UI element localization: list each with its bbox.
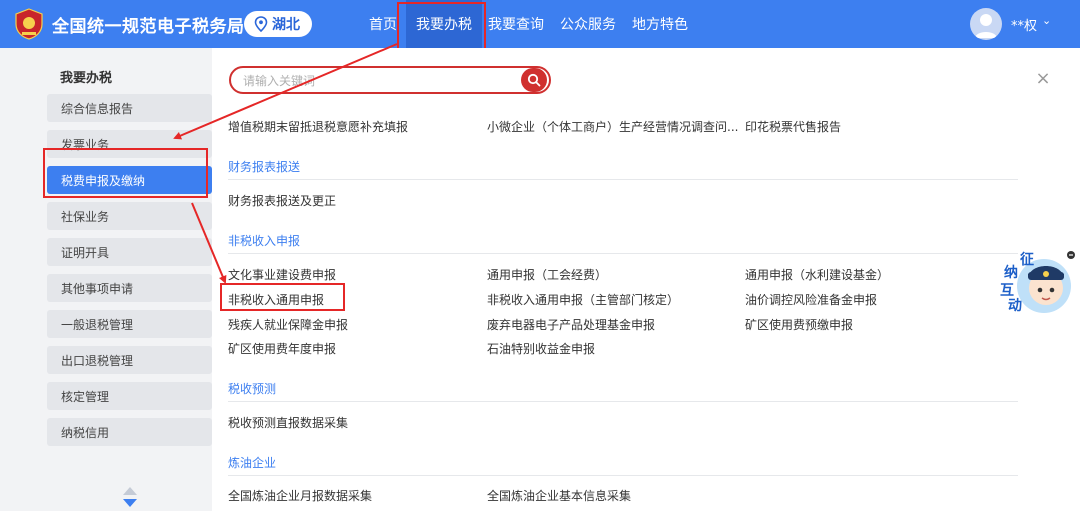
nav-local-features[interactable]: 地方特色: [626, 0, 694, 48]
menu-link[interactable]: 增值税期末留抵退税意愿补充填报: [228, 118, 408, 135]
sidebar-item-assessment[interactable]: 核定管理: [47, 382, 212, 410]
section-divider: [228, 475, 1018, 476]
sidebar-item-general-refund[interactable]: 一般退税管理: [47, 310, 212, 338]
menu-link[interactable]: 非税收入通用申报（主管部门核定）: [487, 291, 679, 308]
widget-char: 纳: [1004, 265, 1018, 281]
menu-link[interactable]: 通用申报（工会经费）: [487, 266, 607, 283]
menu-link[interactable]: 油价调控风险准备金申报: [745, 291, 877, 308]
close-icon[interactable]: ×: [1034, 70, 1052, 88]
menu-link[interactable]: 通用申报（水利建设基金）: [745, 266, 889, 283]
sidebar-title: 我要办税: [60, 71, 113, 86]
menu-link[interactable]: 财务报表报送及更正: [228, 192, 336, 209]
section-title-non-tax-income: 非税收入申报: [228, 234, 301, 248]
menu-link[interactable]: 税收预测直报数据采集: [228, 414, 348, 431]
menu-link[interactable]: 矿区使用费预缴申报: [745, 316, 853, 333]
menu-link[interactable]: 石油特别收益金申报: [487, 340, 595, 357]
section-title-refinery: 炼油企业: [228, 456, 277, 470]
sidebar-item-export-refund[interactable]: 出口退税管理: [47, 346, 212, 374]
nav-public-service[interactable]: 公众服务: [554, 0, 622, 48]
section-divider: [228, 179, 1018, 180]
search-input[interactable]: [243, 72, 513, 90]
menu-link[interactable]: 小微企业（个体工商户）生产经营情况调查问...: [487, 118, 738, 135]
location-pin-icon: [254, 16, 268, 32]
section-title-tax-forecast: 税收预测: [228, 382, 277, 396]
top-header: 全国统一规范电子税务局 湖北 首页 我要办税 我要查询 公众服务 地方特色 **…: [0, 0, 1080, 48]
user-avatar-icon: [975, 14, 997, 38]
region-name: 湖北: [272, 17, 300, 33]
menu-item-highlight-box: [220, 283, 345, 311]
search-button[interactable]: [521, 68, 547, 92]
chevron-down-icon[interactable]: ⌄: [1042, 14, 1051, 27]
menu-link[interactable]: 印花税票代售报告: [745, 118, 841, 135]
widget-char: 动: [1008, 298, 1022, 314]
search-box: [229, 66, 551, 94]
menu-link[interactable]: 废弃电器电子产品处理基金申报: [487, 316, 655, 333]
sidebar-item-comprehensive-report[interactable]: 综合信息报告: [47, 94, 212, 122]
nav-highlight-box: [397, 2, 486, 50]
sidebar-item-social-security[interactable]: 社保业务: [47, 202, 212, 230]
menu-link[interactable]: 矿区使用费年度申报: [228, 340, 336, 357]
tax-emblem-icon: [15, 8, 43, 40]
menu-link[interactable]: 全国炼油企业基本信息采集: [487, 487, 631, 504]
site-title[interactable]: 全国统一规范电子税务局: [52, 12, 245, 37]
sidebar-highlight-box: [43, 148, 208, 198]
section-title-financial-reports: 财务报表报送: [228, 160, 301, 174]
widget-char: 征: [1020, 252, 1034, 268]
scroll-up-down-icon[interactable]: [122, 486, 138, 508]
section-divider: [228, 253, 1018, 254]
sidebar-item-certificate[interactable]: 证明开具: [47, 238, 212, 266]
taxpayer-interaction-widget[interactable]: 征 纳 互 动: [998, 250, 1076, 316]
sidebar-item-other-applications[interactable]: 其他事项申请: [47, 274, 212, 302]
section-divider: [228, 401, 1018, 402]
sidebar-item-tax-credit[interactable]: 纳税信用: [47, 418, 212, 446]
menu-link[interactable]: 残疾人就业保障金申报: [228, 316, 348, 333]
user-avatar[interactable]: [970, 8, 1002, 40]
nav-query[interactable]: 我要查询: [482, 0, 550, 48]
search-icon: [527, 73, 541, 87]
user-name[interactable]: **权: [1011, 15, 1037, 34]
menu-link[interactable]: 全国炼油企业月报数据采集: [228, 487, 372, 504]
menu-link[interactable]: 文化事业建设费申报: [228, 266, 336, 283]
region-selector[interactable]: 湖北: [244, 11, 312, 37]
